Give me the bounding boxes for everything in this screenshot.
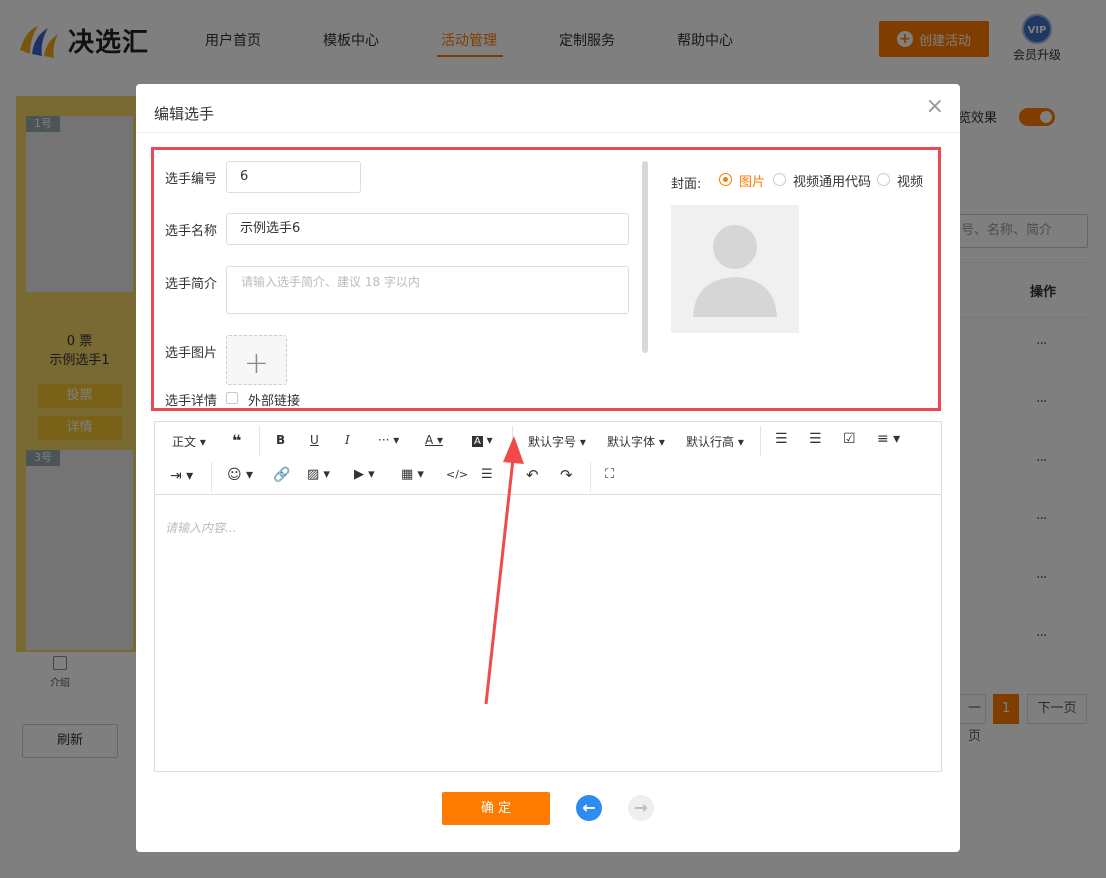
annotation-arrow-icon [484, 436, 524, 705]
